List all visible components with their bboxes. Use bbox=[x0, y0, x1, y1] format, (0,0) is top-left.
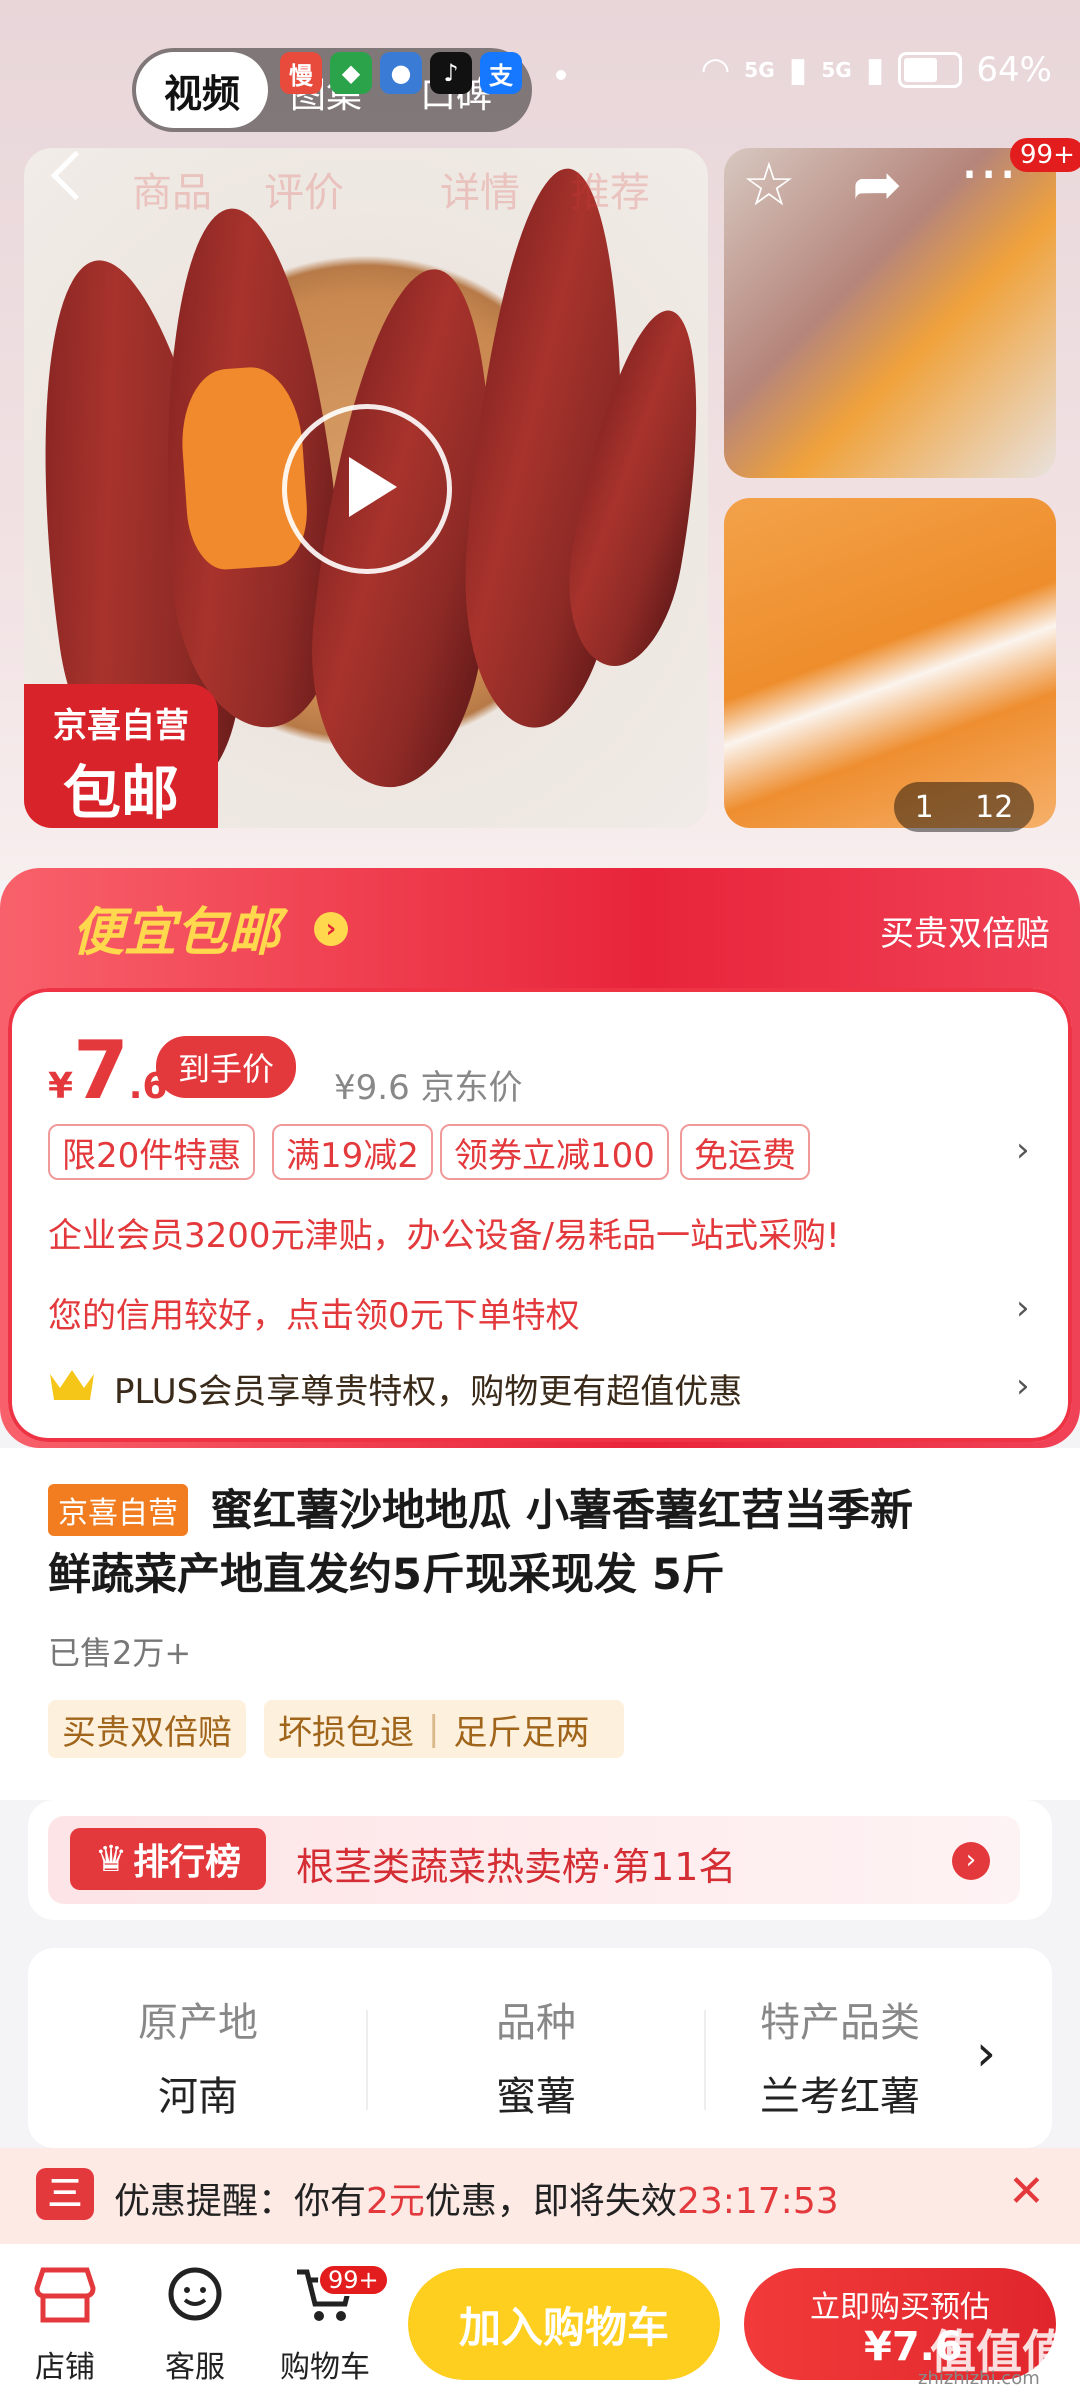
baidu-app-icon: ● bbox=[380, 52, 422, 94]
wifi-icon: ◠ bbox=[700, 50, 731, 90]
service-tag[interactable]: 买贵双倍赔 bbox=[48, 1700, 246, 1758]
more-icon[interactable]: ··· bbox=[960, 140, 1017, 210]
chevron-right-icon[interactable]: › bbox=[1016, 1288, 1030, 1328]
notification-icons: 慢 ◆ ● ♪ 支 bbox=[280, 52, 522, 94]
app-notification-icon: 慢 bbox=[280, 52, 322, 94]
final-price: ¥7.6 bbox=[48, 1024, 167, 1117]
promo-tag[interactable]: 满19减2 bbox=[272, 1124, 433, 1180]
attribute-key: 特产品类 bbox=[760, 2000, 920, 2046]
ranking-badge: ♛ 排行榜 bbox=[70, 1828, 266, 1890]
video-tab[interactable]: 视频 bbox=[136, 52, 268, 128]
nav-tab-details[interactable]: 详情 bbox=[440, 160, 520, 218]
service-tag-group[interactable]: 坏损包退 | 足斤足两 bbox=[264, 1700, 624, 1758]
plus-member-offer[interactable]: PLUS会员享尊贵特权，购物更有超值优惠 bbox=[114, 1364, 742, 1413]
sold-count: 已售2万+ bbox=[48, 1634, 192, 1672]
service-tag: 坏损包退 bbox=[278, 1712, 414, 1753]
customer-service-icon bbox=[168, 2267, 222, 2321]
battery-percent: 64% bbox=[976, 50, 1052, 90]
reminder-middle: 优惠，即将失效 bbox=[424, 2181, 677, 2222]
chevron-right-icon[interactable]: › bbox=[952, 1842, 990, 1880]
credit-offer[interactable]: 您的信用较好，点击领0元下单特权 bbox=[48, 1288, 580, 1337]
share-icon[interactable]: ➦ bbox=[852, 150, 902, 220]
price-symbol: ¥ bbox=[48, 1066, 74, 1107]
self-operated-badge: 京喜自营 包邮 bbox=[24, 684, 218, 828]
reminder-text: 优惠提醒：你有2元优惠，即将失效23:17:53 bbox=[114, 2172, 839, 2224]
signal-label-1: 5G bbox=[744, 58, 775, 82]
price-integer: 7 bbox=[73, 1024, 129, 1117]
cart-count-badge: 99+ bbox=[318, 2264, 389, 2296]
ranking-text: 根茎类蔬菜热卖榜·第11名 bbox=[296, 1845, 737, 1889]
attribute-key: 原产地 bbox=[138, 2000, 258, 2046]
signal-label-2: 5G bbox=[821, 58, 852, 82]
enterprise-offer[interactable]: 企业会员3200元津贴，办公设备/易耗品一站式采购! bbox=[48, 1208, 840, 1257]
battery-icon bbox=[898, 52, 963, 88]
reminder-amount: 2元 bbox=[366, 2181, 425, 2222]
status-indicators: ◠ 5G ▮ 5G ▮ 64% bbox=[701, 50, 1052, 90]
ranking-badge-label: 排行榜 bbox=[133, 1842, 242, 1883]
alipay-app-icon: 支 bbox=[480, 52, 522, 94]
reminder-countdown: 23:17:53 bbox=[676, 2181, 839, 2222]
add-to-cart-button[interactable]: 加入购物车 bbox=[408, 2268, 720, 2380]
final-price-tag: 到手价 bbox=[156, 1036, 297, 1098]
self-operated-tag: 京喜自营 bbox=[48, 1484, 188, 1536]
shield-app-icon: ◆ bbox=[330, 52, 372, 94]
signal-icon: ▮ bbox=[788, 50, 808, 90]
tiktok-app-icon: ♪ bbox=[430, 52, 472, 94]
chevron-right-icon[interactable]: › bbox=[1016, 1366, 1030, 1406]
image-counter-current: 1 bbox=[914, 789, 934, 825]
divider bbox=[704, 2010, 706, 2110]
attribute-key: 品种 bbox=[496, 2000, 576, 2046]
attribute-value: 蜜薯 bbox=[496, 2074, 576, 2120]
play-video-icon[interactable] bbox=[282, 404, 452, 574]
promo-title[interactable]: 便宜包邮 bbox=[72, 890, 280, 965]
image-counter: 1 12 bbox=[894, 782, 1034, 832]
service-tag: 足斤足两 bbox=[453, 1712, 590, 1753]
message-badge: 99+ bbox=[1010, 138, 1080, 172]
nav-tab-reviews[interactable]: 评价 bbox=[264, 160, 344, 218]
chevron-right-icon[interactable]: › bbox=[314, 912, 348, 946]
shop-icon bbox=[34, 2267, 96, 2323]
nav-tab-recommend[interactable]: 推荐 bbox=[570, 160, 650, 218]
jd-logo-icon: 三 bbox=[36, 2168, 94, 2220]
badge-line1: 京喜自营 bbox=[53, 706, 189, 746]
attribute-value: 河南 bbox=[158, 2074, 238, 2120]
dot-icon bbox=[556, 70, 566, 80]
reminder-prefix: 优惠提醒：你有 bbox=[114, 2181, 367, 2222]
chevron-right-icon[interactable]: › bbox=[1016, 1130, 1030, 1170]
promo-tag[interactable]: 限20件特惠 bbox=[48, 1124, 256, 1180]
chevron-right-icon[interactable]: › bbox=[976, 2024, 996, 2082]
product-title-line1: 蜜红薯沙地地瓜 小薯香薯红苕当季新 bbox=[210, 1486, 913, 1536]
signal-icon: ▮ bbox=[865, 50, 885, 90]
image-counter-total: 12 bbox=[975, 789, 1014, 825]
product-title-line2: 鲜蔬菜产地直发约5斤现采现发 5斤 bbox=[48, 1550, 725, 1600]
price-guarantee-text[interactable]: 买贵双倍赔 bbox=[880, 906, 1050, 955]
attribute-value: 兰考红薯 bbox=[760, 2074, 920, 2120]
promo-tag[interactable]: 免运费 bbox=[680, 1124, 810, 1180]
badge-line2: 包邮 bbox=[62, 759, 179, 827]
jd-price: ¥9.6 京东价 bbox=[334, 1068, 523, 1108]
shop-label: 店铺 bbox=[35, 2350, 95, 2385]
nav-tab-product[interactable]: 商品 bbox=[132, 160, 212, 218]
cart-label: 购物车 bbox=[280, 2350, 370, 2385]
shop-button[interactable]: 店铺 bbox=[10, 2264, 120, 2386]
thumbnail-image-2[interactable] bbox=[724, 498, 1056, 828]
divider: | bbox=[428, 1709, 440, 1749]
customer-service-label: 客服 bbox=[165, 2350, 225, 2385]
favorite-star-icon[interactable]: ☆ bbox=[742, 150, 796, 220]
promo-tag[interactable]: 领券立减100 bbox=[440, 1124, 669, 1180]
customer-service-button[interactable]: 客服 bbox=[140, 2264, 250, 2386]
close-icon[interactable]: ✕ bbox=[1008, 2166, 1045, 2217]
divider bbox=[366, 2010, 368, 2110]
crown-icon bbox=[50, 1370, 94, 1400]
watermark-url: zhizhizhi.com bbox=[918, 2368, 1040, 2389]
trophy-icon: ♛ bbox=[94, 1838, 128, 1880]
